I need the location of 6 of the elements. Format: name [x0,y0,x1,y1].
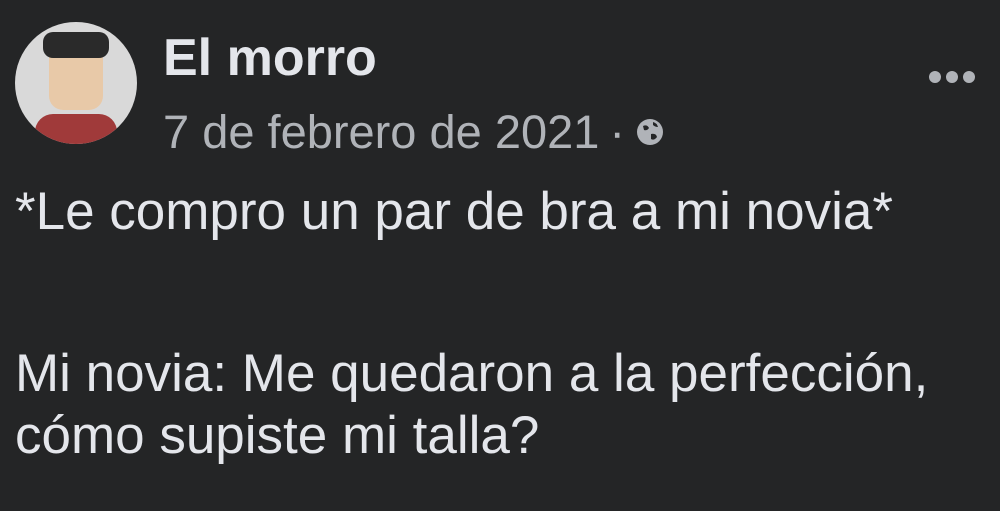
separator-dot: · [609,107,626,157]
post-date[interactable]: 7 de febrero de 2021 [163,107,600,157]
post-text: Mi novia: Me quedaron a la perfección, cómo supiste mi talla? [15,342,930,467]
more-icon[interactable] [928,70,976,84]
author-name[interactable]: El morro [163,30,928,88]
post-text: *Le compro un par de bra a mi novia* [15,180,894,243]
